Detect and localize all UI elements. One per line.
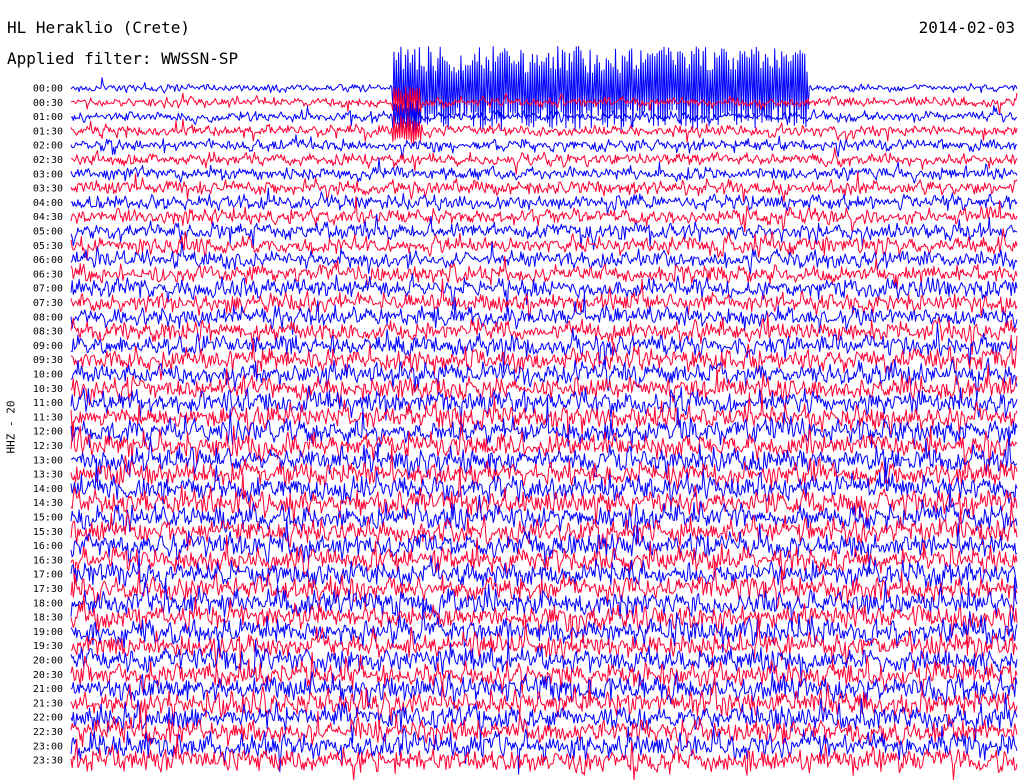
- trace-0330: [70, 171, 1018, 203]
- time-label-0400: 04:00: [33, 198, 63, 209]
- time-label-1930: 19:30: [33, 641, 63, 652]
- time-label-1600: 16:00: [33, 541, 63, 552]
- time-label-1100: 11:00: [33, 398, 63, 409]
- trace-2100: [70, 671, 1018, 709]
- time-label-1300: 13:00: [33, 455, 63, 466]
- time-label-0130: 01:30: [33, 126, 63, 137]
- time-label-2030: 20:30: [33, 670, 63, 681]
- time-label-0930: 09:30: [33, 355, 63, 366]
- trace-0230: [71, 147, 1018, 175]
- time-label-0030: 00:30: [33, 98, 63, 109]
- time-axis-labels: 00:00 00:30 01:00 01:30 02:00 02:30 03:00 03:30…: [33, 84, 63, 767]
- time-label-2330: 23:30: [33, 756, 63, 767]
- time-label-1500: 15:00: [33, 513, 63, 524]
- time-label-0900: 09:00: [33, 341, 63, 352]
- helicorder-page: 00:00 00:30 01:00 01:30 02:00 02:30 03:00 03:30…: [0, 0, 1024, 780]
- trace-1730: [70, 558, 1018, 611]
- time-label-0230: 02:30: [33, 155, 63, 166]
- time-label-0600: 06:00: [33, 255, 63, 266]
- time-label-0330: 03:30: [33, 184, 63, 195]
- time-label-1430: 14:30: [33, 498, 63, 509]
- time-label-2000: 20:00: [33, 656, 63, 667]
- time-label-0700: 07:00: [33, 284, 63, 295]
- time-label-1330: 13:30: [33, 470, 63, 481]
- time-label-1700: 17:00: [33, 570, 63, 581]
- time-label-1630: 16:30: [33, 555, 63, 566]
- time-label-1830: 18:30: [33, 613, 63, 624]
- time-label-0500: 05:00: [33, 227, 63, 238]
- time-label-0630: 06:30: [33, 269, 63, 280]
- trace-0700: [70, 273, 1018, 315]
- record-date: 2014-02-03: [918, 18, 1015, 38]
- helicorder-plot: 00:00 00:30 01:00 01:30 02:00 02:30 03:00 03:30…: [33, 45, 1018, 780]
- time-label-1030: 10:30: [33, 384, 63, 395]
- time-label-2100: 21:00: [33, 684, 63, 695]
- time-label-1730: 17:30: [33, 584, 63, 595]
- time-label-2200: 22:00: [33, 713, 63, 724]
- station-title: HL Heraklio (Crete): [7, 18, 191, 38]
- time-label-1130: 11:30: [33, 412, 63, 423]
- trace-0800: [70, 293, 1018, 335]
- time-label-1900: 19:00: [33, 627, 63, 638]
- filter-label: Applied filter: WWSSN-SP: [7, 49, 239, 69]
- time-label-1200: 12:00: [33, 427, 63, 438]
- time-label-2130: 21:30: [33, 698, 63, 709]
- time-label-0200: 02:00: [33, 141, 63, 152]
- time-label-0800: 08:00: [33, 312, 63, 323]
- trace-0300: [70, 157, 1018, 184]
- time-label-0100: 01:00: [33, 112, 63, 123]
- channel-label: HHZ - 20: [4, 400, 18, 454]
- time-label-2300: 23:00: [33, 741, 63, 752]
- trace-0400: [70, 187, 1018, 216]
- time-label-1400: 14:00: [33, 484, 63, 495]
- time-label-1230: 12:30: [33, 441, 63, 452]
- time-label-0530: 05:30: [33, 241, 63, 252]
- time-label-1530: 15:30: [33, 527, 63, 538]
- time-label-1800: 18:00: [33, 598, 63, 609]
- trace-group: [70, 45, 1018, 780]
- time-label-1000: 10:00: [33, 370, 63, 381]
- time-label-0000: 00:00: [33, 84, 63, 95]
- trace-0030: [70, 86, 1018, 120]
- trace-2200: [70, 692, 1018, 744]
- time-label-0430: 04:30: [33, 212, 63, 223]
- time-label-0300: 03:00: [33, 169, 63, 180]
- time-label-2230: 22:30: [33, 727, 63, 738]
- time-label-0730: 07:30: [33, 298, 63, 309]
- time-label-0830: 08:30: [33, 327, 63, 338]
